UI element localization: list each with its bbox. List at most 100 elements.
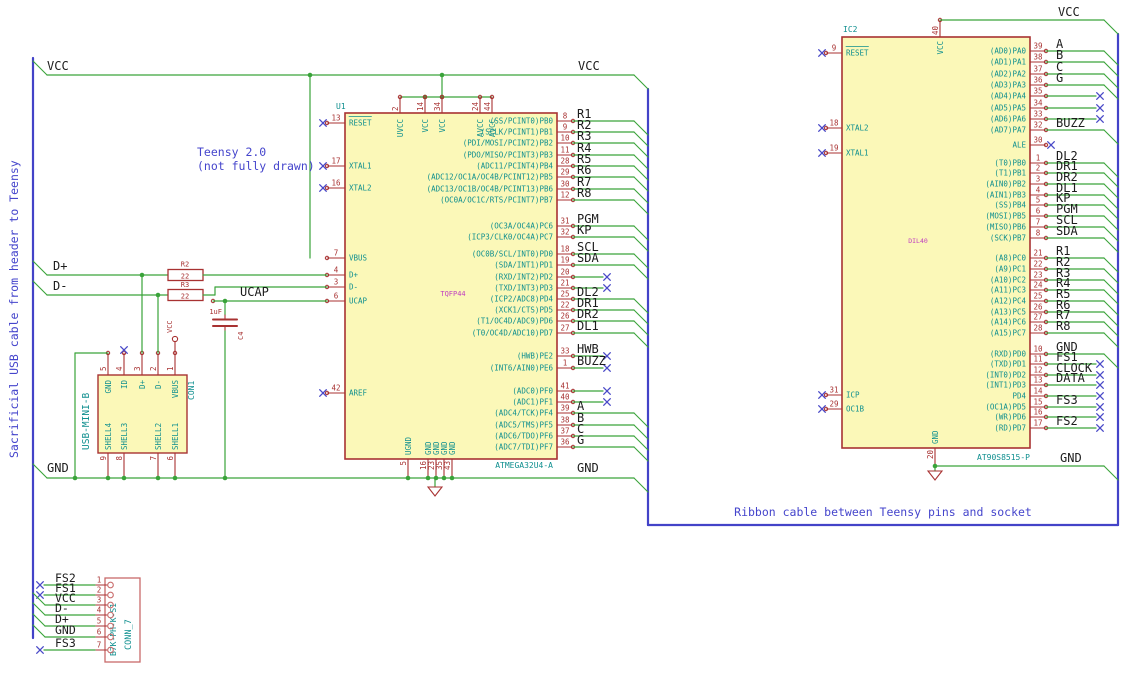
pin-name: (A15)PC7: [990, 329, 1026, 338]
pin-number: 6: [166, 456, 175, 461]
pin-name: (AD1)PA1: [990, 58, 1026, 67]
pin-name: (INT6/AIN0)PE6: [490, 364, 554, 373]
annotation-text: (not fully drawn): [197, 159, 315, 173]
net-label: VCC: [1058, 5, 1080, 19]
pin-name: (ADC1)PF1: [512, 398, 553, 407]
pin-name: (OC0A/OC1C/RTS/PCINT7)PB7: [440, 196, 553, 205]
pin-number: 7: [97, 641, 102, 650]
pin-number: 39: [560, 404, 569, 413]
schematic-page: U1 ATMEGA32U4-A TQFP44 VCC VCC 2 UVCC 14 VCC 34 VC…: [0, 0, 1131, 690]
pin-name: (SS/PCINT0)PB0: [490, 117, 554, 126]
net-label: VCC: [166, 320, 174, 333]
pin-number: 1: [1036, 154, 1041, 163]
bus-entry: [1103, 129, 1119, 145]
pin-number: 16: [1033, 408, 1043, 417]
pin-number: 40: [931, 25, 940, 35]
pin-number: 42: [331, 384, 340, 393]
component-footprint: DIL40: [908, 237, 928, 245]
annotation-text: Ribbon cable between Teensy pins and soc…: [734, 505, 1032, 519]
pin-name: UGND: [404, 436, 413, 455]
pin-name: (RXD)PD0: [990, 350, 1027, 359]
bus-entry: [633, 298, 649, 314]
component-ref: CONN_7: [124, 619, 134, 650]
pin-number: 4: [334, 266, 339, 275]
pin-number: 9: [832, 44, 837, 53]
component-ref: R2: [181, 261, 189, 269]
pin-name: RESET: [846, 49, 869, 58]
bus-entry: [1103, 84, 1119, 100]
bus-entry: [633, 253, 649, 269]
pin-number: 26: [1033, 303, 1043, 312]
pin-name: GND: [448, 441, 457, 455]
bus-entry: [633, 120, 649, 136]
pin-name: (OC1A)PD5: [985, 403, 1026, 412]
pin-name: (AD0)PA0: [990, 47, 1027, 56]
pin-name: SHELL2: [154, 423, 163, 450]
net-label: FS3: [1056, 393, 1078, 407]
bus-entry: [633, 264, 649, 280]
junction-dot: [222, 475, 228, 481]
bus-entry: [32, 280, 48, 296]
bus-entry: [633, 188, 649, 204]
component-value: 22: [181, 293, 189, 301]
pin-number: 6: [1036, 207, 1041, 216]
bus-entry: [1103, 353, 1119, 369]
pin-number: 28: [560, 157, 570, 166]
bus-entry: [1103, 300, 1119, 316]
pin-number: 30: [560, 180, 570, 189]
pin-name: (HWB)PE2: [517, 352, 553, 361]
pin-number: 27: [560, 324, 569, 333]
pin-number: 14: [1033, 387, 1043, 396]
pin-number: 27: [1033, 313, 1042, 322]
net-label: SDA: [577, 251, 599, 265]
pin-name: (A13)PC5: [990, 308, 1026, 317]
pin-name: (OC3A/OC4A)PC6: [490, 222, 554, 231]
component-value: USB-MINI-B: [81, 393, 92, 450]
bus-entry: [32, 260, 48, 276]
pin-name: D+: [138, 380, 147, 390]
pin-number: 2: [97, 586, 102, 595]
pin-number: 20: [926, 450, 935, 460]
pin-name: UCAP: [349, 297, 368, 306]
pin-name: (INT0)PD2: [985, 371, 1026, 380]
pin-number: 32: [1033, 121, 1042, 130]
pin-number: 44: [483, 101, 492, 111]
pin-number: 12: [1033, 366, 1042, 375]
pin-number: 36: [1033, 76, 1043, 85]
net-label: GND: [55, 623, 76, 637]
net-label: D-: [53, 279, 67, 293]
gnd-symbol-icon: [926, 470, 944, 481]
pin-name: (MOSI)PB5: [985, 212, 1026, 221]
pin-number: 5: [399, 461, 408, 466]
pin-name: GND: [104, 380, 113, 394]
pin-name: (ICP2/ADC8)PD4: [490, 295, 554, 304]
net-label: FS3: [55, 636, 76, 650]
pin-number: 4: [115, 366, 124, 371]
pin-name: (TXD)PD1: [990, 360, 1026, 369]
component-value: AT90S8515-P: [977, 453, 1030, 462]
pin-name: (SCLK/PCINT1)PB1: [481, 128, 553, 137]
pin-name: (SCK)PB7: [990, 234, 1026, 243]
pin-name: XTAL2: [846, 124, 869, 133]
pin-number: 1: [166, 366, 175, 371]
pin-number: 3: [1036, 175, 1041, 184]
pin-name: (T0)PB0: [994, 159, 1026, 168]
bus-entry: [32, 613, 46, 627]
pin-number: 7: [334, 249, 339, 258]
pin-name: PD4: [1012, 392, 1026, 401]
pin-number: 35: [1033, 87, 1042, 96]
pin-name: (ICP3/CLK0/OC4A)PC7: [467, 233, 553, 242]
bus-entry: [633, 435, 649, 451]
pin-name: (MISO)PB6: [985, 223, 1026, 232]
pin-number: 5: [1036, 196, 1041, 205]
bus-entry: [32, 463, 48, 479]
bus-entry: [633, 477, 649, 493]
pin-name: VCC: [438, 119, 447, 133]
junction-dot: [155, 475, 161, 481]
pin-number: 6: [334, 292, 339, 301]
net-label: G: [1056, 71, 1063, 85]
pin-number: 38: [560, 416, 570, 425]
bus-entry: [1103, 332, 1119, 348]
pin-name: (OC0B/SCL/INT0)PD0: [472, 250, 554, 259]
pin-number: 29: [560, 168, 569, 177]
